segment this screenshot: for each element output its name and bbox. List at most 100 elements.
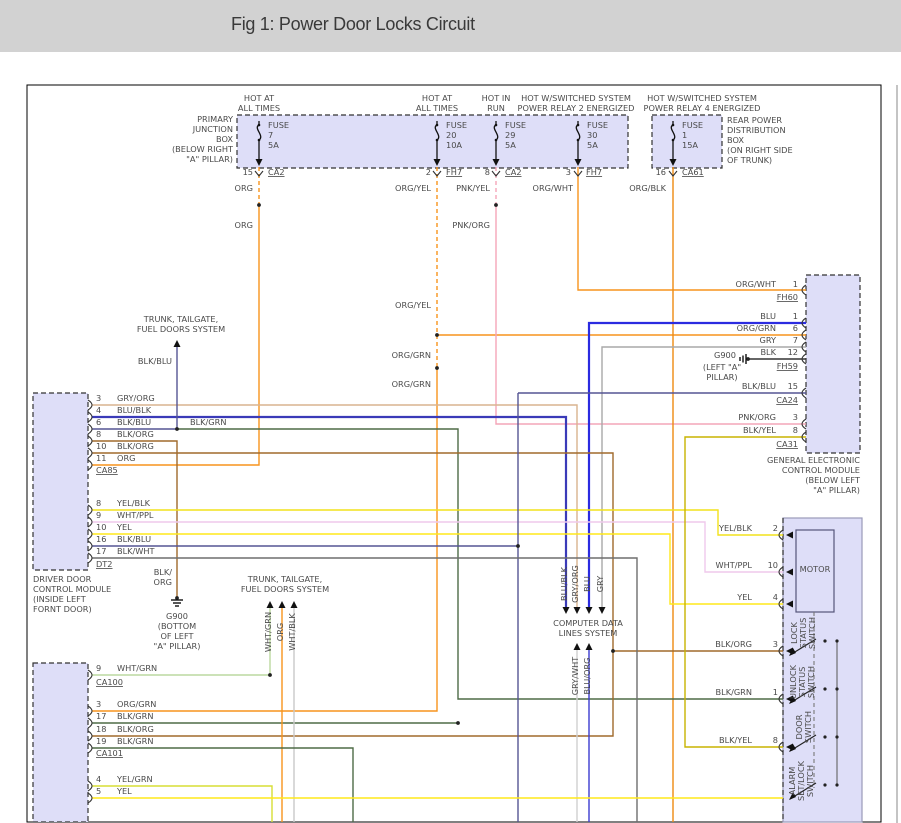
label-wht-ppl: WHT/PPL: [716, 560, 753, 570]
label-ca61: CA61: [682, 167, 704, 177]
label-fh59: FH59: [777, 361, 798, 371]
label-8: 8: [773, 735, 778, 745]
label-org: ORG: [117, 453, 135, 463]
label-yel-grn: YEL/GRN: [116, 774, 153, 784]
label-10: 10: [768, 560, 778, 570]
label-8: 8: [96, 498, 101, 508]
label-wht-ppl: WHT/PPL: [117, 510, 154, 520]
label-org: ORG: [275, 623, 285, 641]
label-fh7: FH7: [446, 167, 462, 177]
label-10: 10: [96, 522, 106, 532]
label-org-grn: ORG/GRN: [737, 323, 776, 333]
label-6: 6: [96, 417, 101, 427]
label-16: 16: [96, 534, 106, 544]
label-hot-w-switched-system: HOT W/SWITCHED SYSTEMPOWER RELAY 4 ENERG…: [644, 93, 761, 113]
label-yel: YEL: [116, 786, 132, 796]
label-dt2: DT2: [96, 559, 113, 569]
label-12: 12: [788, 347, 798, 357]
label-wht-blk: WHT/BLK: [287, 613, 297, 651]
label-wht-grn: WHT/GRN: [117, 663, 157, 673]
fuse-end-dot: [495, 124, 498, 127]
label-computer-data: COMPUTER DATALINES SYSTEM: [553, 618, 623, 638]
fuse-end-dot: [436, 139, 439, 142]
label-ca85: CA85: [96, 465, 118, 475]
label-3: 3: [793, 412, 798, 422]
label-blk-blu: BLK/BLU: [117, 534, 151, 544]
junction-dot: [268, 673, 272, 677]
label-hot-w-switched-system: HOT W/SWITCHED SYSTEMPOWER RELAY 2 ENERG…: [518, 93, 635, 113]
label-1: 1: [793, 311, 798, 321]
label-blk: BLK: [760, 347, 776, 357]
fuse-end-dot: [672, 124, 675, 127]
label-blu: BLU: [760, 311, 776, 321]
fuse-end-dot: [577, 124, 580, 127]
switch-contact-dot: [835, 783, 838, 786]
label-blk-yel: BLK/YEL: [743, 425, 776, 435]
label-org-wht: ORG/WHT: [533, 183, 574, 193]
label-15: 15: [243, 167, 253, 177]
label-ca100: CA100: [96, 677, 123, 687]
label-blk-grn: BLK/GRN: [716, 687, 752, 697]
label-blk-org: BLK/ORG: [117, 724, 154, 734]
junction-dot: [516, 544, 520, 548]
label-15: 15: [788, 381, 798, 391]
label-blu-org: BLU/ORG: [582, 658, 592, 695]
label-17: 17: [96, 711, 106, 721]
label-3: 3: [96, 699, 101, 709]
label-blk-grn: BLK/GRN: [190, 417, 226, 427]
label-blk-blu: BLK/BLU: [117, 417, 151, 427]
label-yel: YEL: [736, 592, 752, 602]
label-ca101: CA101: [96, 748, 123, 758]
label-gry-org: GRY/ORG: [117, 393, 155, 403]
label-4: 4: [773, 592, 778, 602]
label-8: 8: [96, 429, 101, 439]
switch-contact-dot: [823, 783, 826, 786]
label-5: 5: [96, 786, 101, 796]
label-pnk-org: PNK/ORG: [452, 220, 490, 230]
switch-contact-dot: [823, 735, 826, 738]
label-6: 6: [793, 323, 798, 333]
label-motor: MOTOR: [800, 564, 831, 574]
label-org-grn: ORG/GRN: [392, 379, 431, 389]
label-gry: GRY: [759, 335, 777, 345]
label-door: DOORSWITCH: [794, 711, 813, 743]
label-pnk-org: PNK/ORG: [738, 412, 776, 422]
label-ca24: CA24: [776, 395, 798, 405]
driver-door-control-module-box: [33, 393, 88, 570]
label-org: ORG: [235, 220, 253, 230]
label-19: 19: [96, 736, 106, 746]
label-1: 1: [773, 687, 778, 697]
label-blu: BLU: [582, 576, 592, 592]
label-blk-org: BLK/ORG: [715, 639, 752, 649]
label--left-a-: (LEFT "A"PILLAR): [703, 362, 741, 382]
label-blk-org: BLK/ORG: [117, 429, 154, 439]
label-unlock: UNLOCKSTATUSSWITCH: [788, 664, 816, 699]
label-yel-blk: YEL/BLK: [116, 498, 151, 508]
label-blu-blk: BLU/BLK: [559, 566, 569, 601]
switch-contact-dot: [835, 687, 838, 690]
junction-dot: [494, 203, 498, 207]
label-16: 16: [656, 167, 666, 177]
wiring-diagram: HOT ATALL TIMESHOT ATALL TIMESHOT INRUNH…: [0, 0, 901, 823]
label-yel-blk: YEL/BLK: [718, 523, 753, 533]
label-org-grn: ORG/GRN: [392, 350, 431, 360]
junction-dot: [611, 649, 615, 653]
label-8: 8: [485, 167, 490, 177]
label-blk-blu: BLK/BLU: [742, 381, 776, 391]
label-8: 8: [793, 425, 798, 435]
junction-dot: [456, 721, 460, 725]
label-10: 10: [96, 441, 106, 451]
label-yel: YEL: [116, 522, 132, 532]
label-1: 1: [793, 279, 798, 289]
label-3: 3: [773, 639, 778, 649]
label-ca2: CA2: [268, 167, 285, 177]
fuse-end-dot: [258, 139, 261, 142]
fuse-end-dot: [258, 124, 261, 127]
junction-dot: [435, 333, 439, 337]
label-org-wht: ORG/WHT: [736, 279, 777, 289]
label-ca31: CA31: [776, 439, 798, 449]
label-3: 3: [96, 393, 101, 403]
label-org-yel: ORG/YEL: [395, 183, 431, 193]
switch-contact-dot: [835, 639, 838, 642]
label-org-grn: ORG/GRN: [117, 699, 156, 709]
